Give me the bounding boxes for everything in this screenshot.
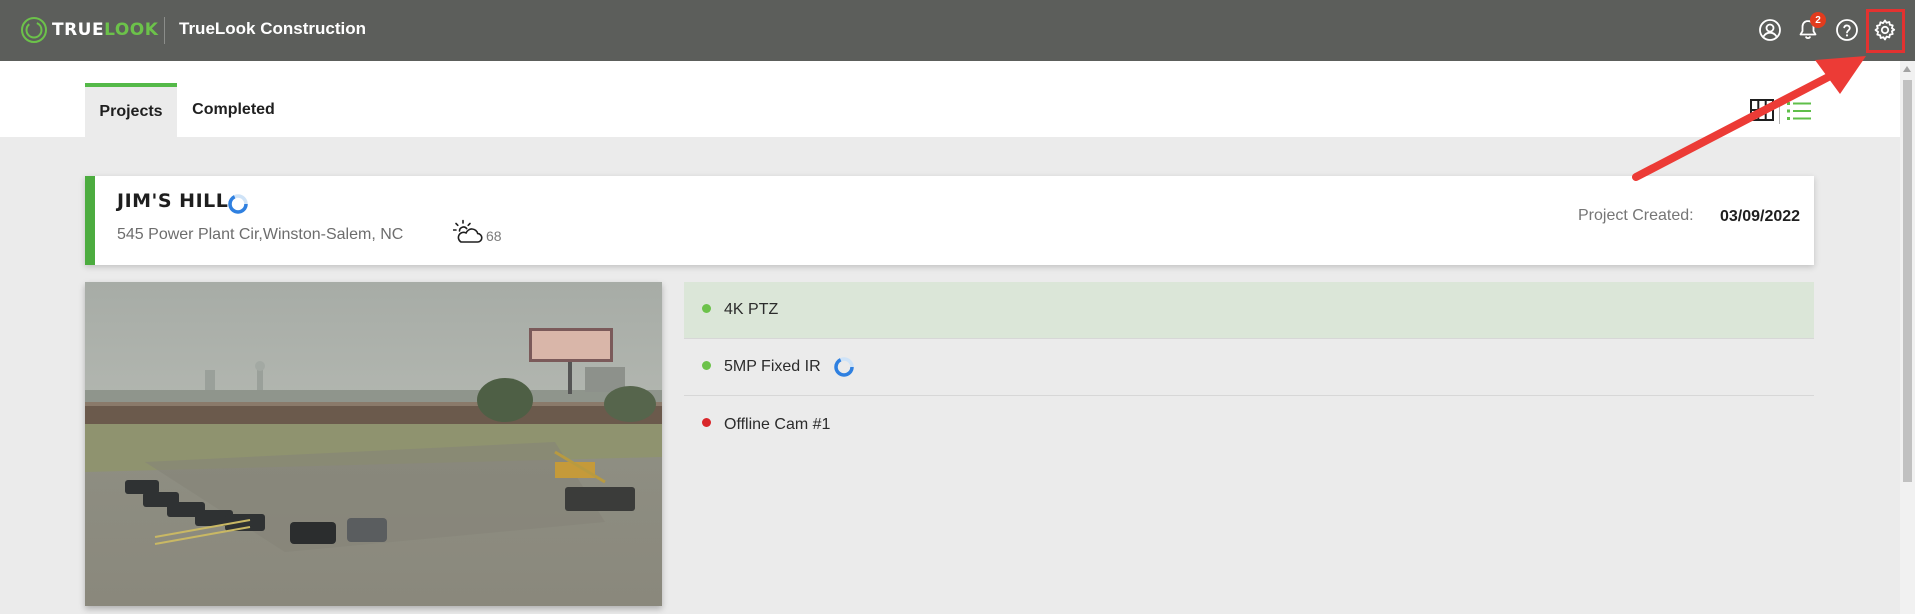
tab-projects[interactable]: Projects: [85, 83, 177, 137]
camera-name: 4K PTZ: [724, 301, 779, 318]
camera-row[interactable]: 4K PTZ: [684, 282, 1814, 339]
truelook-logo-icon: [21, 17, 47, 43]
truelook-logo[interactable]: TRUELOOK: [20, 16, 158, 44]
logo-wordmark: TRUELOOK: [52, 20, 159, 40]
camera-row[interactable]: 5MP Fixed IR: [684, 339, 1814, 396]
grid-view-icon[interactable]: [1750, 98, 1774, 122]
online-status-dot: [702, 303, 711, 313]
camera-name: 5MP Fixed IR: [724, 358, 821, 375]
notification-count-badge: 2: [1810, 12, 1826, 28]
view-toggle-divider: [1779, 100, 1780, 124]
tab-completed[interactable]: Completed: [177, 83, 290, 137]
camera-snapshot-image[interactable]: [85, 282, 662, 606]
camera-name: Offline Cam #1: [724, 415, 831, 433]
settings-highlight-box: [1866, 9, 1905, 53]
list-view-icon[interactable]: [1786, 99, 1812, 123]
company-name: TrueLook Construction: [179, 19, 366, 38]
online-status-dot: [702, 360, 711, 370]
scrollbar-thumb[interactable]: [1903, 80, 1912, 482]
project-created-label: Project Created:: [1578, 207, 1694, 224]
offline-status-dot: [702, 418, 711, 427]
processing-ring-icon: [228, 194, 248, 214]
project-card[interactable]: JIM'S HILL 545 Power Plant Cir,Winston-S…: [85, 176, 1814, 265]
project-created-date: 03/09/2022: [1720, 208, 1801, 225]
camera-row[interactable]: Offline Cam #1: [684, 396, 1814, 453]
scroll-up-arrow-icon[interactable]: [1903, 66, 1911, 72]
project-name[interactable]: JIM'S HILL: [117, 190, 228, 212]
user-account-icon[interactable]: [1756, 16, 1784, 44]
temperature-value: 68: [486, 228, 502, 244]
logo-divider: [164, 17, 165, 44]
partly-cloudy-icon: [453, 219, 483, 243]
processing-ring-icon: [833, 357, 854, 377]
project-address: 545 Power Plant Cir,Winston-Salem, NC: [117, 226, 404, 243]
help-icon[interactable]: [1833, 16, 1861, 44]
